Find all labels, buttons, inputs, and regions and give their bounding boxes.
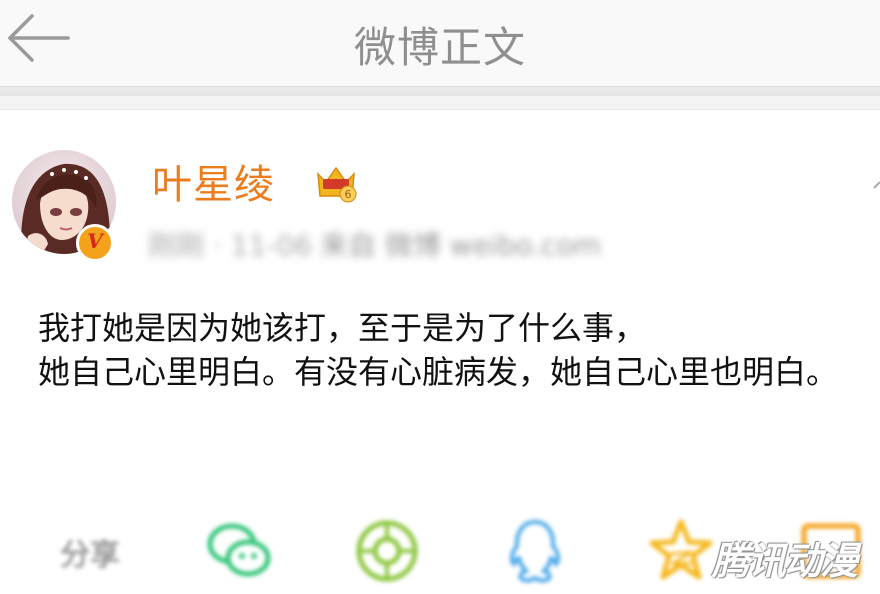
post-meta: 刚刚 · 11-06 来自 微博 weibo.com [148,214,648,266]
share-label: 分享 [60,538,120,573]
post-line-1: 我打她是因为她该打，至于是为了什么事， [38,309,647,347]
qq-icon[interactable] [500,516,570,586]
level-number: 6 [345,188,352,201]
qzone-icon[interactable] [646,516,716,586]
username[interactable]: 叶星绫 [152,152,275,210]
post-card: V 叶星绫 6 刚刚 · 11-06 来自 微博 weibo.com 我打她是因… [0,110,880,594]
post-source: 来自 微博 weibo.com [320,229,601,262]
watermark-logo: 腾讯动漫 [712,539,858,583]
section-gap [0,96,880,110]
post-body: 我打她是因为她该打，至于是为了什么事， 她自己心里明白。有没有心脏病发，她自己心里… [38,306,838,394]
moments-icon[interactable] [352,516,422,586]
page-title: 微博正文 [353,23,526,72]
top-bar: 微博正文 [0,0,880,86]
more-menu-icon[interactable] [868,170,880,200]
post-time: 刚刚 · 11-06 [148,229,313,262]
header-divider [0,86,880,96]
post-line-2: 她自己心里明白。有没有心脏病发，她自己心里也明白。 [38,353,839,391]
verified-badge-icon: V [76,224,114,262]
member-crown-icon: 6 [314,160,358,204]
wechat-icon[interactable] [204,516,274,586]
